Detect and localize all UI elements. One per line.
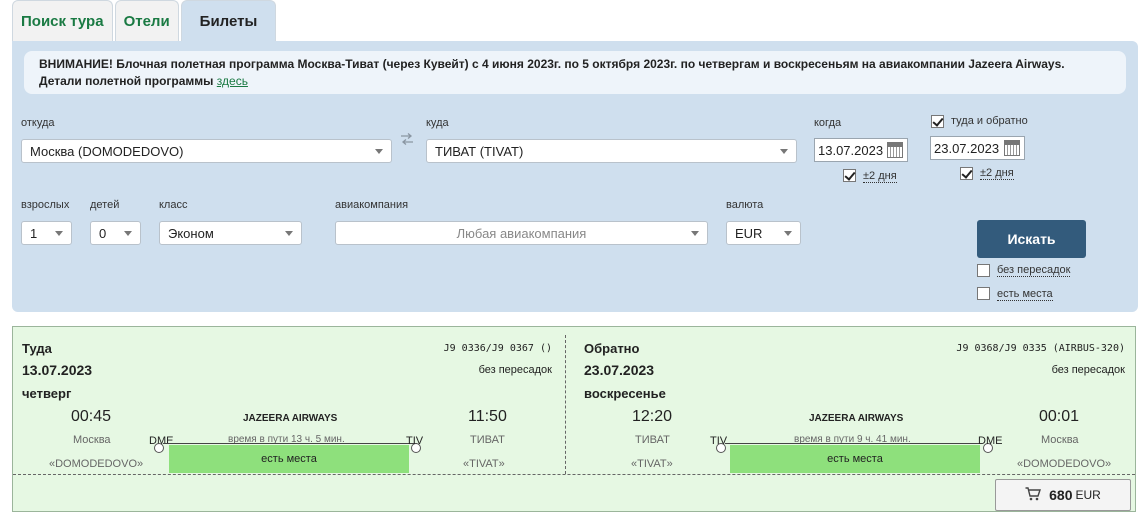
to-select-value: ТИВАТ (TIVAT) [435,144,524,159]
outbound-departure-time: 00:45 [71,408,112,425]
departure-date-input[interactable]: 13.07.2023 [814,138,908,162]
airline-select-placeholder: Любая авиакомпания [456,226,587,241]
when-label: когда [814,117,842,129]
to-label: куда [426,117,449,129]
currency-select[interactable]: EUR [726,221,801,245]
tab-tickets[interactable]: Билеты [180,0,277,42]
return-flex-checkbox[interactable] [960,167,973,180]
inbound-departure-airport: «TIVAT» [631,458,673,470]
outbound-airline: JAZEERA AIRWAYS [243,413,338,424]
roundtrip-checkbox[interactable] [931,115,944,128]
result-divider-vertical [565,335,566,474]
from-select[interactable]: Москва (DOMODEDOVO) [21,139,392,163]
inbound-heading: Обратно [584,341,640,356]
class-label: класс [159,199,188,211]
inbound-route-line [725,443,979,444]
notice-details-link[interactable]: здесь [217,74,248,88]
return-date-input[interactable]: 23.07.2023 [930,136,1025,160]
children-label: детей [90,199,120,211]
children-select[interactable]: 0 [90,221,141,245]
chevron-down-icon [124,231,132,236]
currency-select-value: EUR [735,226,763,241]
inbound-airline: JAZEERA AIRWAYS [809,413,904,424]
outbound-departure-airport: «DOMODEDOVO» [49,458,144,470]
adults-label: взрослых [21,199,70,211]
notice-details: Детали полетной программы здесь [39,73,1126,90]
chevron-down-icon [375,149,383,154]
departure-flex-label[interactable]: ±2 дня [863,170,897,183]
outbound-arrival-city: ТИВАТ [470,434,505,446]
calendar-icon[interactable] [1004,140,1020,156]
tab-tour-search[interactable]: Поиск тура [12,0,113,42]
available-label[interactable]: есть места [997,288,1053,301]
inbound-arrival-city: Москва [1041,434,1079,446]
outbound-departure-dot [154,443,164,453]
adults-select[interactable]: 1 [21,221,72,245]
price-button[interactable]: 680 EUR [995,479,1131,511]
from-select-value: Москва (DOMODEDOVO) [30,144,184,159]
class-select-value: Эконом [168,226,214,241]
swap-arrows-svg [401,133,413,145]
outbound-flight-numbers: J9 0336/J9 0367 () [443,343,552,354]
from-label: откуда [21,117,55,129]
price-currency: EUR [1075,488,1101,502]
search-button[interactable]: Искать [977,220,1086,258]
flight-result-card: Туда 13.07.2023 четверг J9 0336/J9 0367 … [12,326,1136,512]
departure-flex-checkbox[interactable] [843,169,856,182]
price-amount: 680 [1049,487,1073,503]
notice-details-prefix: Детали полетной программы [39,74,214,88]
inbound-departure-time: 12:20 [632,408,673,425]
notice-banner: ВНИМАНИЕ! Блочная полетная программа Мос… [24,51,1126,94]
class-select[interactable]: Эконом [159,221,302,245]
airline-select[interactable]: Любая авиакомпания [335,221,708,245]
inbound-arrival-code: DME [978,435,1003,447]
departure-date-value: 13.07.2023 [818,143,884,158]
adults-select-value: 1 [30,226,38,241]
inbound-transfers: без пересадок [1051,364,1125,376]
tab-hotels[interactable]: Отели [114,0,179,42]
calendar-icon[interactable] [887,142,903,158]
nonstop-label[interactable]: без пересадок [997,264,1071,277]
shopping-cart-icon [1025,486,1042,504]
inbound-arrival-time: 00:01 [1039,408,1080,425]
outbound-departure-city: Москва [73,434,111,446]
outbound-heading: Туда [22,341,52,356]
outbound-arrival-airport: «TIVAT» [463,458,505,470]
inbound-arrival-airport: «DOMODEDOVO» [1017,458,1112,470]
inbound-flight-numbers: J9 0368/J9 0335 (AIRBUS-320) [956,343,1125,354]
chevron-down-icon [780,149,788,154]
tab-bar: Поиск тура Отели Билеты [12,0,278,42]
children-select-value: 0 [99,226,107,241]
available-checkbox[interactable] [977,287,990,300]
inbound-date: 23.07.2023 [584,362,655,378]
chevron-down-icon [784,231,792,236]
chevron-down-icon [285,231,293,236]
inbound-departure-city: ТИВАТ [635,434,670,446]
outbound-arrival-time: 11:50 [468,408,507,425]
currency-label: валюта [726,199,764,211]
cart-svg [1025,486,1042,500]
result-divider-horizontal [13,474,1135,475]
outbound-availability: есть места [169,445,409,473]
airline-label: авиакомпания [335,199,409,211]
notice-text: ВНИМАНИЕ! Блочная полетная программа Мос… [39,57,1065,71]
outbound-weekday: четверг [22,386,72,401]
swap-arrows-icon[interactable] [400,133,414,149]
outbound-date: 13.07.2023 [22,362,93,378]
return-flex-label[interactable]: ±2 дня [980,167,1014,180]
outbound-transfers: без пересадок [478,364,552,376]
nonstop-checkbox[interactable] [977,264,990,277]
search-panel: ВНИМАНИЕ! Блочная полетная программа Мос… [12,41,1138,312]
roundtrip-label: туда и обратно [951,115,1028,127]
inbound-weekday: воскресенье [584,386,666,401]
return-date-value: 23.07.2023 [934,141,1000,156]
to-select[interactable]: ТИВАТ (TIVAT) [426,139,797,163]
outbound-route-line [163,443,417,444]
chevron-down-icon [691,231,699,236]
inbound-availability: есть места [730,445,980,473]
inbound-departure-dot [716,443,726,453]
chevron-down-icon [55,231,63,236]
